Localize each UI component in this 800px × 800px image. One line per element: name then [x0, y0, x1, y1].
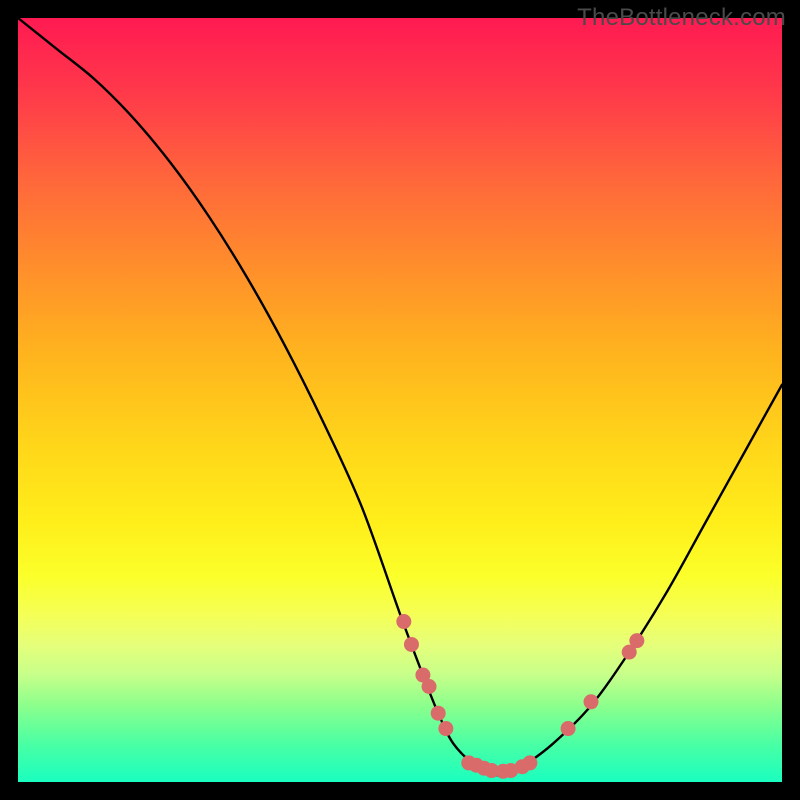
sample-point: [404, 637, 419, 652]
sample-point: [561, 721, 576, 736]
plot-area: [18, 18, 782, 782]
sample-points-group: [396, 614, 644, 779]
sample-point: [629, 633, 644, 648]
sample-point: [431, 706, 446, 721]
chart-svg: [18, 18, 782, 782]
sample-point: [422, 679, 437, 694]
chart-stage: TheBottleneck.com: [0, 0, 800, 800]
sample-point: [584, 694, 599, 709]
bottleneck-curve: [18, 18, 782, 775]
sample-point: [396, 614, 411, 629]
watermark-text: TheBottleneck.com: [577, 4, 786, 32]
sample-point: [438, 721, 453, 736]
sample-point: [522, 755, 537, 770]
